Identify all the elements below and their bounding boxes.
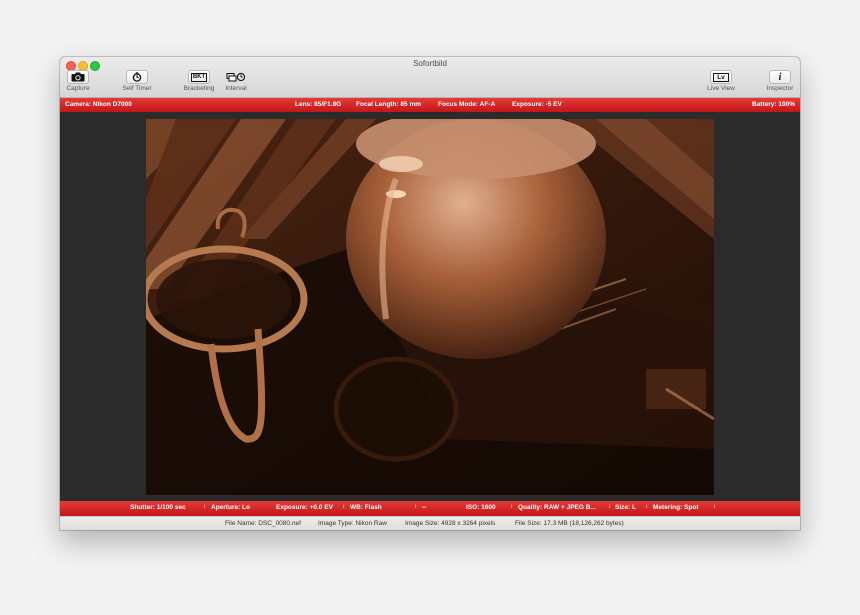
self-timer-button[interactable] bbox=[126, 70, 148, 84]
interval-icon bbox=[225, 70, 247, 84]
bracketing-tool[interactable]: BKT Bracketing bbox=[182, 70, 216, 92]
info-glyph: i bbox=[778, 71, 782, 83]
focus-mode-info: Focus Mode: AF-A bbox=[438, 101, 496, 108]
live-view-button[interactable]: Lv bbox=[710, 70, 732, 84]
file-size: File Size: 17.3 MB (18,126,262 bytes) bbox=[515, 520, 624, 527]
battery-info: Battery: 100% bbox=[752, 101, 795, 108]
wb-stepper-icon[interactable]: ↕ bbox=[414, 504, 417, 510]
quality-stepper-icon[interactable]: ↕ bbox=[608, 504, 611, 510]
shutter-setting[interactable]: Shutter: 1/100 sec bbox=[130, 504, 186, 511]
timer-icon bbox=[127, 71, 147, 83]
interval-label: Interval bbox=[225, 85, 247, 92]
inspector-button[interactable]: i bbox=[769, 70, 791, 84]
info-icon: i bbox=[770, 71, 790, 83]
camera-info-bar: Camera: Nikon D7000 Lens: 85/F1.8G Focal… bbox=[60, 98, 800, 112]
bkt-icon: BKT bbox=[189, 71, 209, 83]
metering-setting[interactable]: Metering: Spot bbox=[653, 504, 699, 511]
exposure-comp-setting[interactable]: Exposure: +0.0 EV bbox=[276, 504, 333, 511]
title-toolbar: Sofortbild Capture Self Timer BKT Bracke… bbox=[60, 57, 800, 98]
bkt-glyph: BKT bbox=[190, 72, 208, 82]
exposure-info: Exposure: -5 EV bbox=[512, 101, 562, 108]
interval-button[interactable] bbox=[225, 70, 247, 84]
lv-glyph: Lv bbox=[713, 72, 729, 82]
live-view-tool[interactable]: Lv Live View bbox=[704, 70, 738, 92]
lens-info: Lens: 85/F1.8G bbox=[295, 101, 342, 108]
bracketing-label: Bracketing bbox=[183, 85, 215, 92]
inspector-tool[interactable]: i Inspector bbox=[763, 70, 797, 92]
focal-length-info: Focal Length: 85 mm bbox=[356, 101, 422, 108]
image-viewer bbox=[60, 112, 800, 501]
image-size: Image Size: 4928 x 3264 pixels bbox=[405, 520, 496, 527]
self-timer-label: Self Timer bbox=[122, 85, 152, 92]
app-window: Sofortbild Capture Self Timer BKT Bracke… bbox=[60, 57, 800, 530]
camera-icon bbox=[68, 71, 88, 83]
wb-setting[interactable]: WB: Flash bbox=[350, 504, 382, 511]
captured-photo[interactable] bbox=[146, 119, 714, 495]
inspector-label: Inspector bbox=[766, 85, 794, 92]
photo-image bbox=[146, 119, 714, 495]
self-timer-tool[interactable]: Self Timer bbox=[120, 70, 154, 92]
iso-stepper-icon[interactable]: ↕ bbox=[510, 504, 513, 510]
interval-tool[interactable]: Interval bbox=[222, 70, 250, 92]
exposure-stepper-icon[interactable]: ↕ bbox=[342, 504, 345, 510]
live-view-label: Live View bbox=[707, 85, 735, 92]
aperture-setting[interactable]: Aperture: Lo bbox=[211, 504, 250, 511]
quality-setting[interactable]: Quality: RAW + JPEG B... bbox=[518, 504, 596, 511]
live-view-icon: Lv bbox=[711, 71, 731, 83]
size-stepper-icon[interactable]: ↕ bbox=[645, 504, 648, 510]
shutter-stepper-icon[interactable]: ↕ bbox=[203, 504, 206, 510]
file-status-bar: File Name: DSC_0080.nef Image Type: Niko… bbox=[60, 516, 800, 530]
image-type: Image Type: Nikon Raw bbox=[318, 520, 387, 527]
metering-stepper-icon[interactable]: ↕ bbox=[713, 504, 716, 510]
capture-button[interactable] bbox=[67, 70, 89, 84]
bracketing-button[interactable]: BKT bbox=[188, 70, 210, 84]
capture-tool[interactable]: Capture bbox=[65, 70, 91, 92]
capture-settings-bar: Shutter: 1/100 sec ↕ Aperture: Lo Exposu… bbox=[60, 501, 800, 516]
camera-model: Camera: Nikon D7000 bbox=[65, 101, 132, 108]
iso-setting[interactable]: ISO: 1600 bbox=[466, 504, 496, 511]
wb-extra-setting[interactable]: -- bbox=[422, 504, 426, 511]
capture-label: Capture bbox=[66, 85, 90, 92]
size-setting[interactable]: Size: L bbox=[615, 504, 636, 511]
file-name: File Name: DSC_0080.nef bbox=[225, 520, 301, 527]
window-title: Sofortbild bbox=[413, 59, 447, 68]
